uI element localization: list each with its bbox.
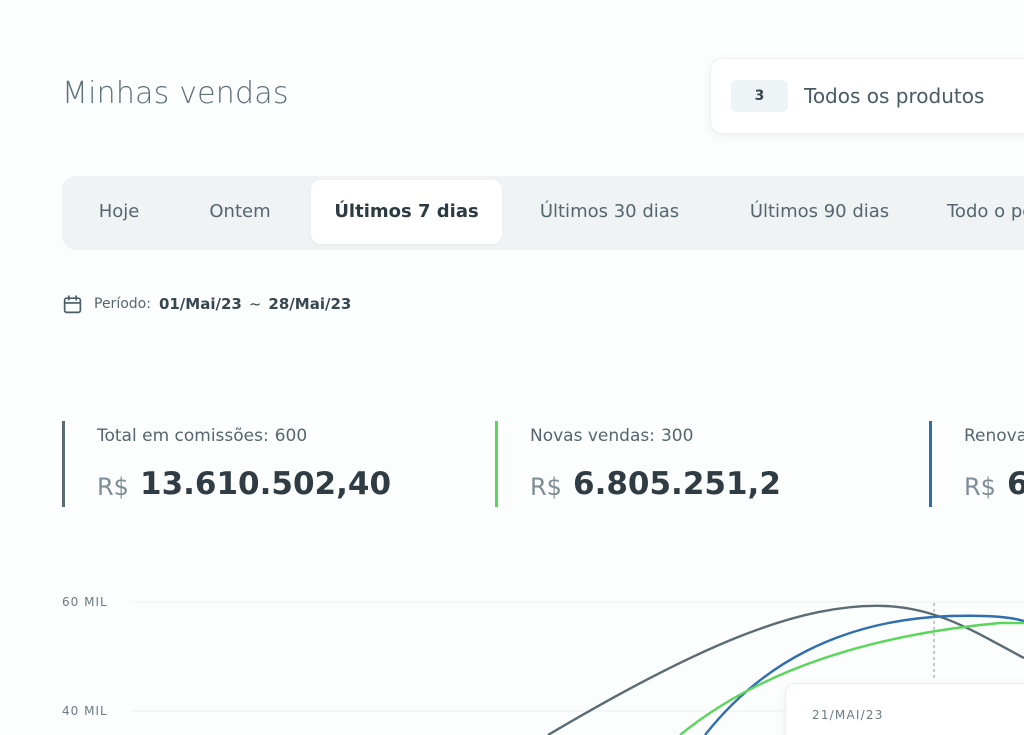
- stat-currency: R$: [964, 473, 996, 501]
- product-filter-label: Todos os produtos: [804, 84, 985, 108]
- stat-label: Total em comissões: 600: [97, 426, 307, 446]
- calendar-icon: [63, 294, 82, 313]
- tab-today[interactable]: Hoje: [76, 180, 162, 244]
- period-separator: ~: [248, 295, 262, 313]
- stat-value: 6.805.251,2: [573, 466, 781, 502]
- period-end: 28/Mai/23: [268, 295, 352, 313]
- y-tick-label: 60 MIL: [62, 595, 108, 609]
- period-label: Período:: [94, 296, 151, 312]
- stat-total-commissions: Total em comissões: 600 R$ 13.610.502,40: [62, 421, 492, 507]
- stat-currency: R$: [97, 473, 129, 501]
- chart-tooltip: 21/MAI/23: [785, 683, 1024, 735]
- period-range: Período: 01/Mai/23 ~ 28/Mai/23: [62, 292, 351, 316]
- stat-label-text: Total em comissões:: [97, 426, 269, 446]
- period-start: 01/Mai/23: [158, 295, 242, 313]
- stat-value: 6.805.251,2: [1007, 466, 1024, 502]
- stat-value: 13.610.502,40: [140, 466, 392, 502]
- tab-last-90-days[interactable]: Últimos 90 dias: [732, 180, 907, 244]
- stat-new-sales: Novas vendas: 300 R$ 6.805.251,2: [495, 421, 925, 507]
- stat-label: Renovações:: [964, 426, 1024, 446]
- stat-count: 600: [274, 426, 308, 446]
- stat-currency: R$: [530, 473, 562, 501]
- stat-label-text: Novas vendas:: [530, 426, 655, 446]
- stat-label-text: Renovações:: [964, 426, 1024, 446]
- page-title: Minhas vendas: [62, 76, 289, 111]
- period-tabs: Hoje Ontem Últimos 7 dias Últimos 30 dia…: [62, 176, 1024, 250]
- tab-last-30-days[interactable]: Últimos 30 dias: [522, 180, 697, 244]
- tab-last-7-days[interactable]: Últimos 7 dias: [311, 180, 502, 244]
- y-tick-label: 40 MIL: [62, 704, 108, 718]
- tooltip-date: 21/MAI/23: [812, 708, 884, 722]
- sales-dashboard: Minhas vendas 3 Todos os produtos Hoje O…: [0, 0, 1024, 735]
- tab-yesterday[interactable]: Ontem: [192, 180, 288, 244]
- stat-count: 300: [660, 426, 694, 446]
- product-count-badge: 3: [731, 80, 788, 112]
- product-filter-dropdown[interactable]: 3 Todos os produtos: [710, 58, 1024, 134]
- tab-all-time[interactable]: Todo o período: [947, 180, 1024, 244]
- stat-renewals: Renovações: R$ 6.805.251,2: [929, 421, 1024, 507]
- stat-label: Novas vendas: 300: [530, 426, 693, 446]
